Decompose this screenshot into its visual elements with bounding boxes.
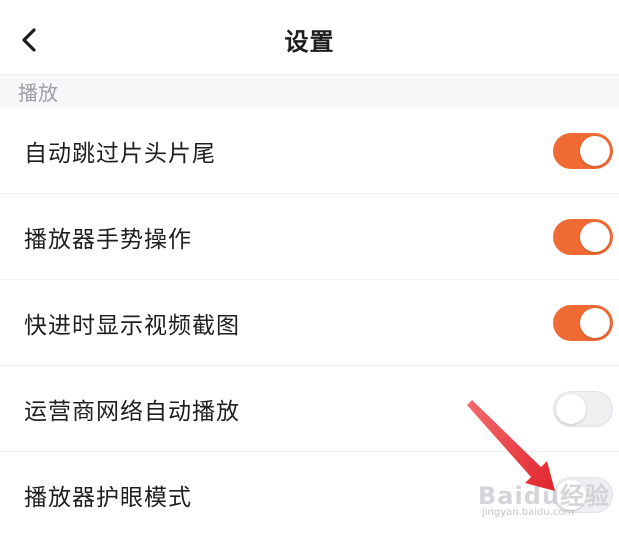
setting-label: 自动跳过片头片尾 <box>24 140 216 167</box>
eye-care-toggle[interactable] <box>553 477 613 513</box>
section-label: 播放 <box>18 81 58 105</box>
setting-row-eye-care[interactable]: 播放器护眼模式 <box>0 452 619 538</box>
gesture-toggle[interactable] <box>553 218 613 255</box>
toggle-knob <box>556 480 586 510</box>
top-bar: 设置 <box>0 0 619 74</box>
setting-label: 运营商网络自动播放 <box>24 398 240 425</box>
toggle-knob <box>556 393 586 424</box>
section-header: 播放 <box>0 74 619 108</box>
toggle-knob <box>580 135 610 166</box>
settings-list: 自动跳过片头片尾 播放器手势操作 快进时显示视频截图 运营商网络自动播放 播放器… <box>0 108 619 538</box>
seek-preview-toggle[interactable] <box>553 304 613 341</box>
setting-label: 播放器护眼模式 <box>24 485 192 511</box>
setting-row-cellular-autoplay[interactable]: 运营商网络自动播放 <box>0 366 619 452</box>
setting-label: 快进时显示视频截图 <box>24 312 240 339</box>
setting-row-skip-intro[interactable]: 自动跳过片头片尾 <box>0 108 619 194</box>
setting-row-gesture[interactable]: 播放器手势操作 <box>0 194 619 280</box>
cellular-autoplay-toggle[interactable] <box>553 390 613 427</box>
setting-label: 播放器手势操作 <box>24 226 192 253</box>
page-title: 设置 <box>284 28 335 56</box>
setting-row-seek-preview[interactable]: 快进时显示视频截图 <box>0 280 619 366</box>
toggle-knob <box>580 221 610 252</box>
skip-intro-toggle[interactable] <box>553 132 613 169</box>
toggle-knob <box>580 307 610 338</box>
